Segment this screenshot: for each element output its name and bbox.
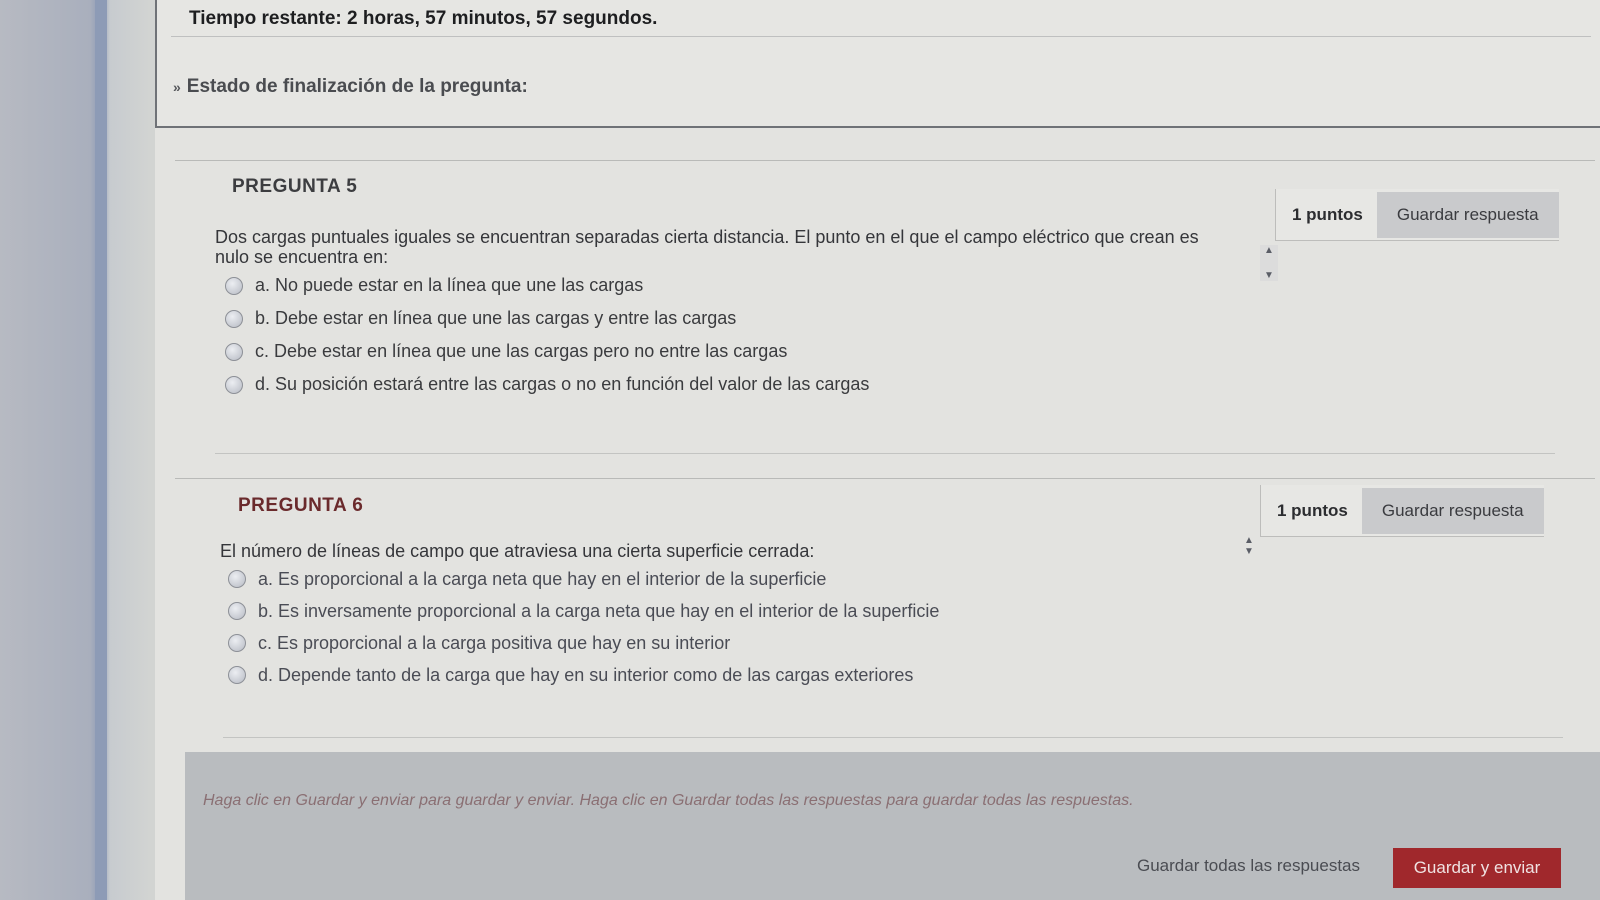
question-5-text-line1: Dos cargas puntuales iguales se encuentr… — [215, 227, 1199, 247]
save-and-submit-button[interactable]: Guardar y enviar — [1393, 848, 1561, 888]
question-6: PREGUNTA 6 1 puntos Guardar respuesta El… — [175, 478, 1595, 740]
radio-button[interactable] — [228, 634, 246, 652]
question-5-bottom-divider — [215, 453, 1555, 454]
option-label: a. Es proporcional a la carga neta que h… — [258, 568, 827, 589]
option-label: a. No puede estar en la línea que une la… — [255, 275, 644, 295]
question-6-option-d[interactable]: d. Depende tanto de la carga que hay en … — [228, 659, 939, 691]
submit-footer: Haga clic en Guardar y enviar para guard… — [185, 752, 1600, 900]
radio-button[interactable] — [228, 666, 246, 684]
question-5-title: PREGUNTA 5 — [232, 176, 358, 197]
rail-stripe — [95, 0, 107, 900]
left-rail — [0, 0, 155, 900]
question-5-points: 1 puntos — [1292, 204, 1363, 224]
arrow-down-icon[interactable]: ▼ — [1264, 270, 1274, 281]
question-5-option-a[interactable]: a. No puede estar en la línea que une la… — [225, 269, 869, 302]
question-6-title: PREGUNTA 6 — [238, 495, 364, 516]
question-6-save-button[interactable]: Guardar respuesta — [1361, 487, 1544, 534]
question-6-points: 1 puntos — [1277, 500, 1348, 520]
question-6-points-box: 1 puntos Guardar respuesta — [1260, 485, 1544, 537]
question-6-text: El número de líneas de campo que atravie… — [220, 541, 815, 561]
radio-button[interactable] — [228, 570, 246, 588]
time-remaining: Tiempo restante: 2 horas, 57 minutos, 57… — [189, 8, 658, 29]
completion-status-toggle[interactable]: » Estado de finalización de la pregunta: — [173, 76, 528, 98]
question-6-scroll-spinner[interactable]: ▲ ▼ — [1240, 535, 1258, 557]
question-6-option-c[interactable]: c. Es proporcional a la carga positiva q… — [228, 627, 939, 659]
question-6-option-b[interactable]: b. Es inversamente proporcional a la car… — [228, 595, 939, 627]
question-5-options: a. No puede estar en la línea que une la… — [225, 269, 869, 401]
question-6-options: a. Es proporcional a la carga neta que h… — [228, 563, 939, 691]
question-5-scroll-spinner[interactable]: ▲ ▼ — [1260, 245, 1278, 281]
save-all-answers-button[interactable]: Guardar todas las respuestas — [1137, 856, 1360, 876]
radio-button[interactable] — [225, 309, 243, 328]
question-5-save-button[interactable]: Guardar respuesta — [1376, 191, 1559, 238]
option-label: b. Debe estar en línea que une las carga… — [255, 308, 737, 328]
question-6-bottom-divider — [223, 737, 1563, 738]
question-5-text-line2: nulo se encuentra en: — [215, 247, 389, 267]
question-5-text: Dos cargas puntuales iguales se encuentr… — [215, 227, 1255, 267]
question-5-option-c[interactable]: c. Debe estar en línea que une las carga… — [225, 335, 869, 368]
radio-button[interactable] — [228, 602, 246, 620]
arrow-up-icon[interactable]: ▲ — [1264, 245, 1274, 256]
radio-button[interactable] — [225, 375, 243, 394]
arrow-down-icon[interactable]: ▼ — [1244, 546, 1254, 557]
question-5-option-d[interactable]: d. Su posición estará entre las cargas o… — [225, 368, 869, 401]
question-5-option-b[interactable]: b. Debe estar en línea que une las carga… — [225, 302, 869, 335]
option-label: b. Es inversamente proporcional a la car… — [258, 600, 940, 621]
option-label: d. Depende tanto de la carga que hay en … — [258, 664, 914, 685]
timer-panel: Tiempo restante: 2 horas, 57 minutos, 57… — [155, 0, 1600, 128]
option-label: d. Su posición estará entre las cargas o… — [255, 374, 870, 394]
question-6-option-a[interactable]: a. Es proporcional a la carga neta que h… — [228, 563, 939, 595]
option-label: c. Es proporcional a la carga positiva q… — [258, 632, 731, 653]
radio-button[interactable] — [225, 276, 243, 295]
question-5-points-box: 1 puntos Guardar respuesta — [1275, 189, 1559, 241]
double-chevron-down-icon: » — [173, 79, 181, 95]
radio-button[interactable] — [225, 342, 243, 361]
arrow-up-icon[interactable]: ▲ — [1244, 535, 1254, 546]
question-5: PREGUNTA 5 1 puntos Guardar respuesta Do… — [175, 160, 1595, 460]
completion-status-label: Estado de finalización de la pregunta: — [186, 76, 528, 97]
option-label: c. Debe estar en línea que une las carga… — [255, 341, 788, 361]
timer-divider — [171, 36, 1591, 37]
submit-instructions: Haga clic en Guardar y enviar para guard… — [203, 792, 1134, 809]
